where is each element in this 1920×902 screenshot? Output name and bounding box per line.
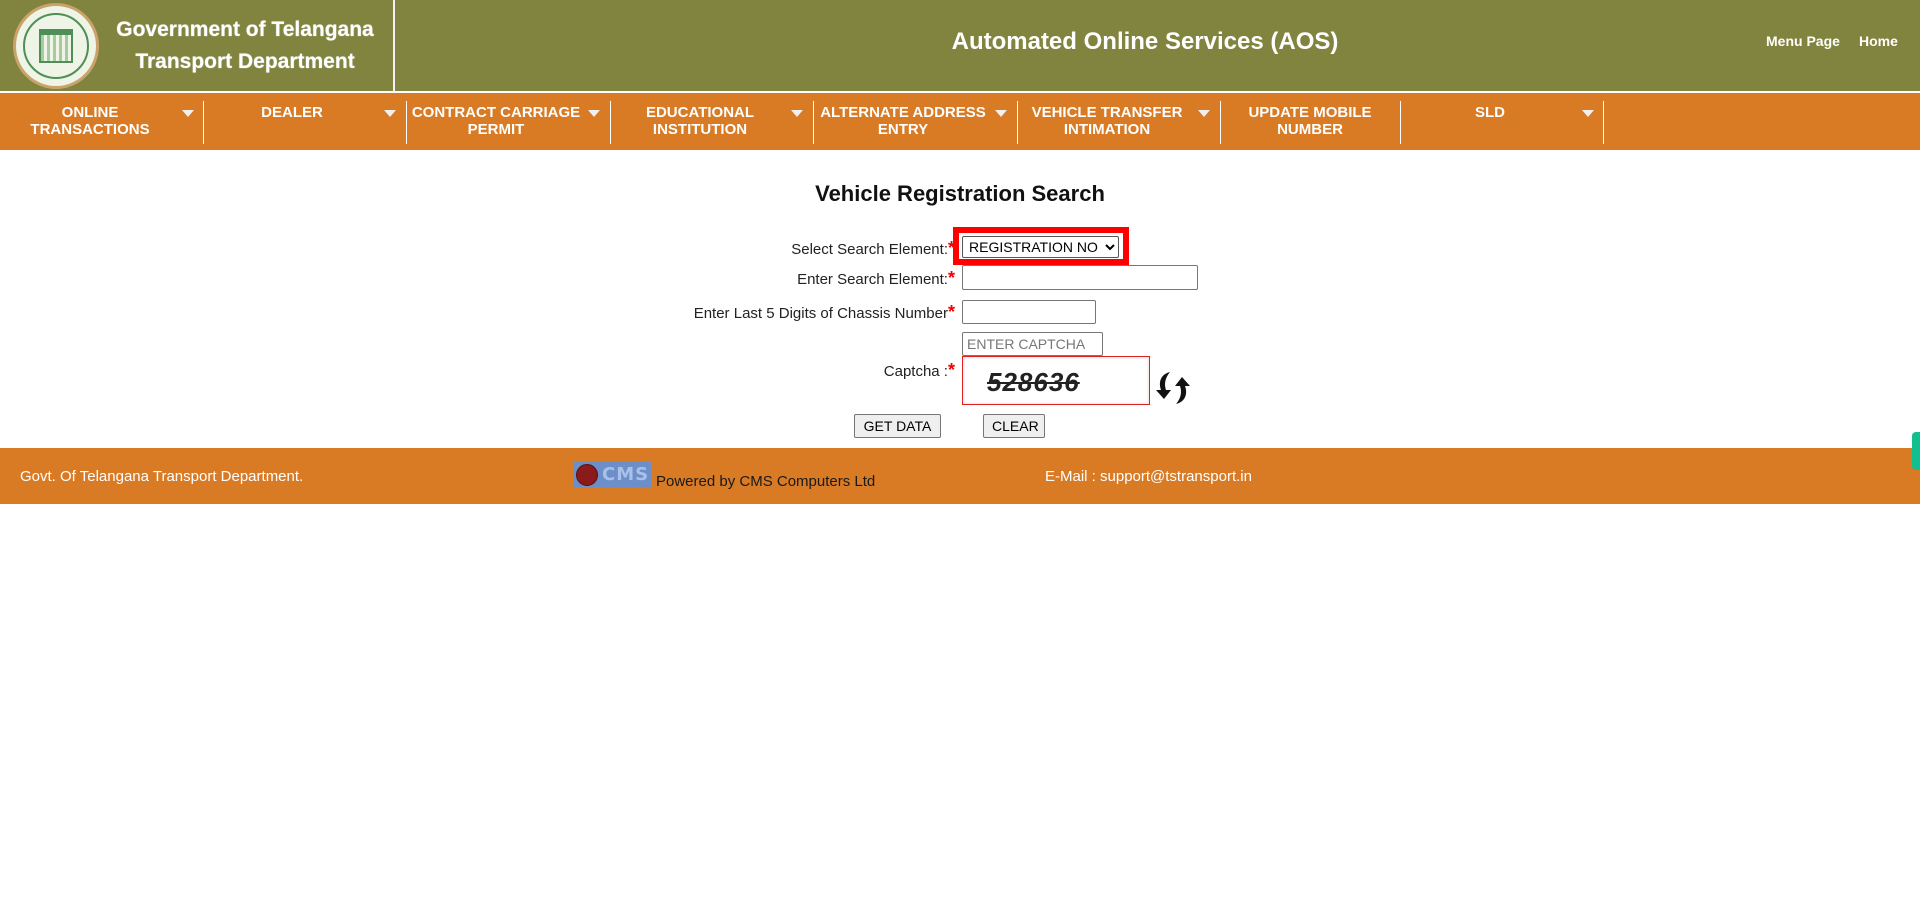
nav-sld[interactable]: SLD <box>1401 93 1579 150</box>
nav-contract-carriage-permit[interactable]: CONTRACT CARRIAGE PERMIT <box>407 93 585 150</box>
nav-alternate-address-entry[interactable]: ALTERNATE ADDRESS ENTRY <box>814 93 992 150</box>
home-link[interactable]: Home <box>1859 33 1898 49</box>
chevron-down-icon[interactable] <box>995 110 1007 117</box>
site-footer: Govt. Of Telangana Transport Department.… <box>0 448 1920 504</box>
footer-email-text: E-Mail : support@tstransport.in <box>1045 468 1252 485</box>
chevron-down-icon[interactable] <box>1198 110 1210 117</box>
main-nav: ONLINE TRANSACTIONS DEALER CONTRACT CARR… <box>0 93 1920 150</box>
enter-search-element-label: Enter Search Element:* <box>797 268 955 288</box>
department-title: Government of Telangana Transport Depart… <box>110 14 380 78</box>
required-marker: * <box>947 360 955 380</box>
refresh-captcha-icon[interactable] <box>1153 368 1193 408</box>
search-element-select[interactable]: REGISTRATION NO <box>962 236 1119 258</box>
required-marker: * <box>947 302 955 322</box>
chevron-down-icon[interactable] <box>1582 110 1594 117</box>
clear-button[interactable]: CLEAR <box>983 414 1045 438</box>
footer-department-text: Govt. Of Telangana Transport Department. <box>20 468 304 485</box>
powered-by-text: Powered by CMS Computers Ltd <box>656 473 876 490</box>
captcha-label: Captcha :* <box>883 360 955 380</box>
site-header: Government of Telangana Transport Depart… <box>0 0 1920 91</box>
chassis-number-label: Enter Last 5 Digits of Chassis Number* <box>693 302 955 322</box>
chevron-down-icon[interactable] <box>791 110 803 117</box>
cms-logo-icon <box>576 463 598 486</box>
search-element-input[interactable] <box>962 265 1198 290</box>
chassis-number-input[interactable] <box>962 300 1096 324</box>
chevron-down-icon[interactable] <box>384 110 396 117</box>
nav-educational-institution[interactable]: EDUCATIONAL INSTITUTION <box>611 93 789 150</box>
cms-logo: CMS <box>573 462 651 487</box>
select-search-element-label: Select Search Element:* <box>791 238 955 258</box>
telangana-emblem-icon <box>13 3 99 89</box>
department-title-line1: Government of Telangana <box>116 18 374 41</box>
nav-dealer[interactable]: DEALER <box>204 93 380 150</box>
menu-page-link[interactable]: Menu Page <box>1766 33 1840 49</box>
captcha-input[interactable] <box>962 332 1103 356</box>
department-title-line2: Transport Department <box>135 50 355 73</box>
get-data-button[interactable]: GET DATA <box>854 414 941 438</box>
nav-update-mobile-number[interactable]: UPDATE MOBILE NUMBER <box>1221 93 1399 150</box>
captcha-image: 528636 <box>962 356 1150 405</box>
required-marker: * <box>947 268 955 288</box>
chevron-down-icon[interactable] <box>182 110 194 117</box>
chevron-down-icon[interactable] <box>588 110 600 117</box>
nav-vehicle-transfer-intimation[interactable]: VEHICLE TRANSFER INTIMATION <box>1018 93 1196 150</box>
page-title: Vehicle Registration Search <box>815 181 1105 206</box>
captcha-code: 528636 <box>987 367 1080 397</box>
nav-online-transactions[interactable]: ONLINE TRANSACTIONS <box>0 93 180 150</box>
side-feedback-tab[interactable] <box>1912 432 1920 470</box>
app-title: Automated Online Services (AOS) <box>951 28 1339 55</box>
